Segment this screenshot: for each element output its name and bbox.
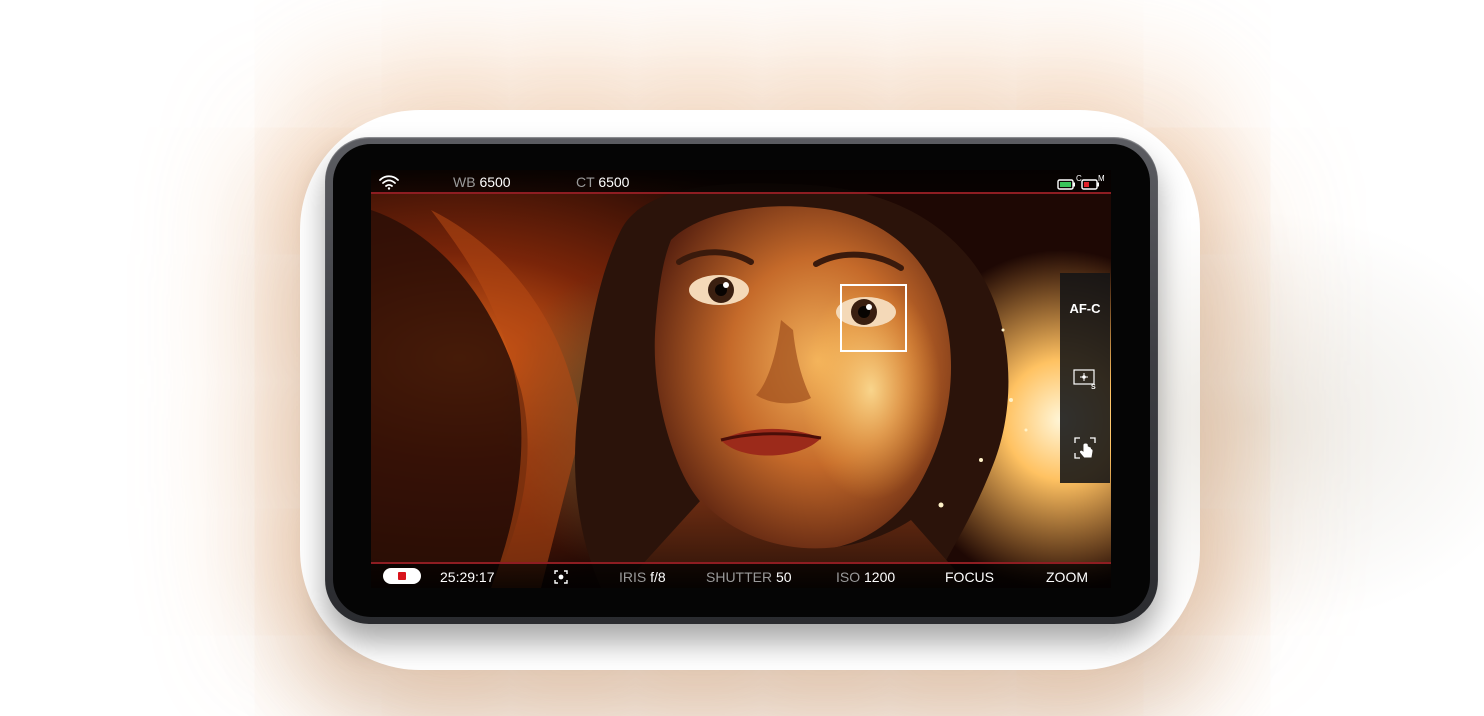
top-status-bar: WB 6500 CT 6500 C M xyxy=(371,170,1111,194)
wb-label: WB xyxy=(453,174,476,190)
capture-icon[interactable] xyxy=(554,570,568,584)
focus-area-icon: S xyxy=(1073,369,1096,391)
battery-camera-label: C xyxy=(1076,174,1082,183)
iso-readout[interactable]: ISO 1200 xyxy=(836,569,895,585)
focus-area-sub: S xyxy=(1091,384,1096,391)
shutter-label: SHUTTER xyxy=(706,569,773,585)
touch-focus-button[interactable] xyxy=(1060,413,1110,483)
focus-frame[interactable] xyxy=(840,284,907,352)
focus-button[interactable]: FOCUS xyxy=(945,569,994,585)
touch-focus-icon xyxy=(1074,437,1096,459)
bottom-status-bar: 25:29:17 IRIS f/8 SHUTTER 50 ISO 1200 FO… xyxy=(371,562,1111,588)
iris-value: f/8 xyxy=(650,569,666,585)
iris-label: IRIS xyxy=(619,569,647,585)
iris-readout[interactable]: IRIS f/8 xyxy=(619,569,666,585)
iso-value: 1200 xyxy=(864,569,896,585)
battery-monitor-label: M xyxy=(1098,174,1105,183)
zoom-button[interactable]: ZOOM xyxy=(1046,569,1088,585)
record-button[interactable] xyxy=(383,568,421,584)
focus-side-panel: AF-C S xyxy=(1060,273,1110,483)
shutter-value: 50 xyxy=(776,569,792,585)
ct-label: CT xyxy=(576,174,595,190)
live-view-image xyxy=(371,170,1111,588)
record-icon xyxy=(398,572,406,580)
product-stage: WB 6500 CT 6500 C M AF-C S 25:29:17 IRIS… xyxy=(0,0,1484,716)
ct-value: 6500 xyxy=(598,174,630,190)
af-mode-label: AF-C xyxy=(1069,300,1101,316)
battery-icon: C M xyxy=(1057,174,1105,190)
shutter-readout[interactable]: SHUTTER 50 xyxy=(706,569,792,585)
white-balance-readout[interactable]: WB 6500 xyxy=(453,174,511,190)
iso-label: ISO xyxy=(836,569,861,585)
monitor-screen: WB 6500 CT 6500 C M AF-C S 25:29:17 IRIS… xyxy=(371,170,1111,588)
color-temp-readout[interactable]: CT 6500 xyxy=(576,174,629,190)
wb-value: 6500 xyxy=(479,174,511,190)
af-mode-button[interactable]: AF-C xyxy=(1060,273,1110,343)
wifi-icon[interactable] xyxy=(379,174,399,190)
timecode: 25:29:17 xyxy=(440,569,495,585)
focus-area-button[interactable]: S xyxy=(1060,343,1110,413)
